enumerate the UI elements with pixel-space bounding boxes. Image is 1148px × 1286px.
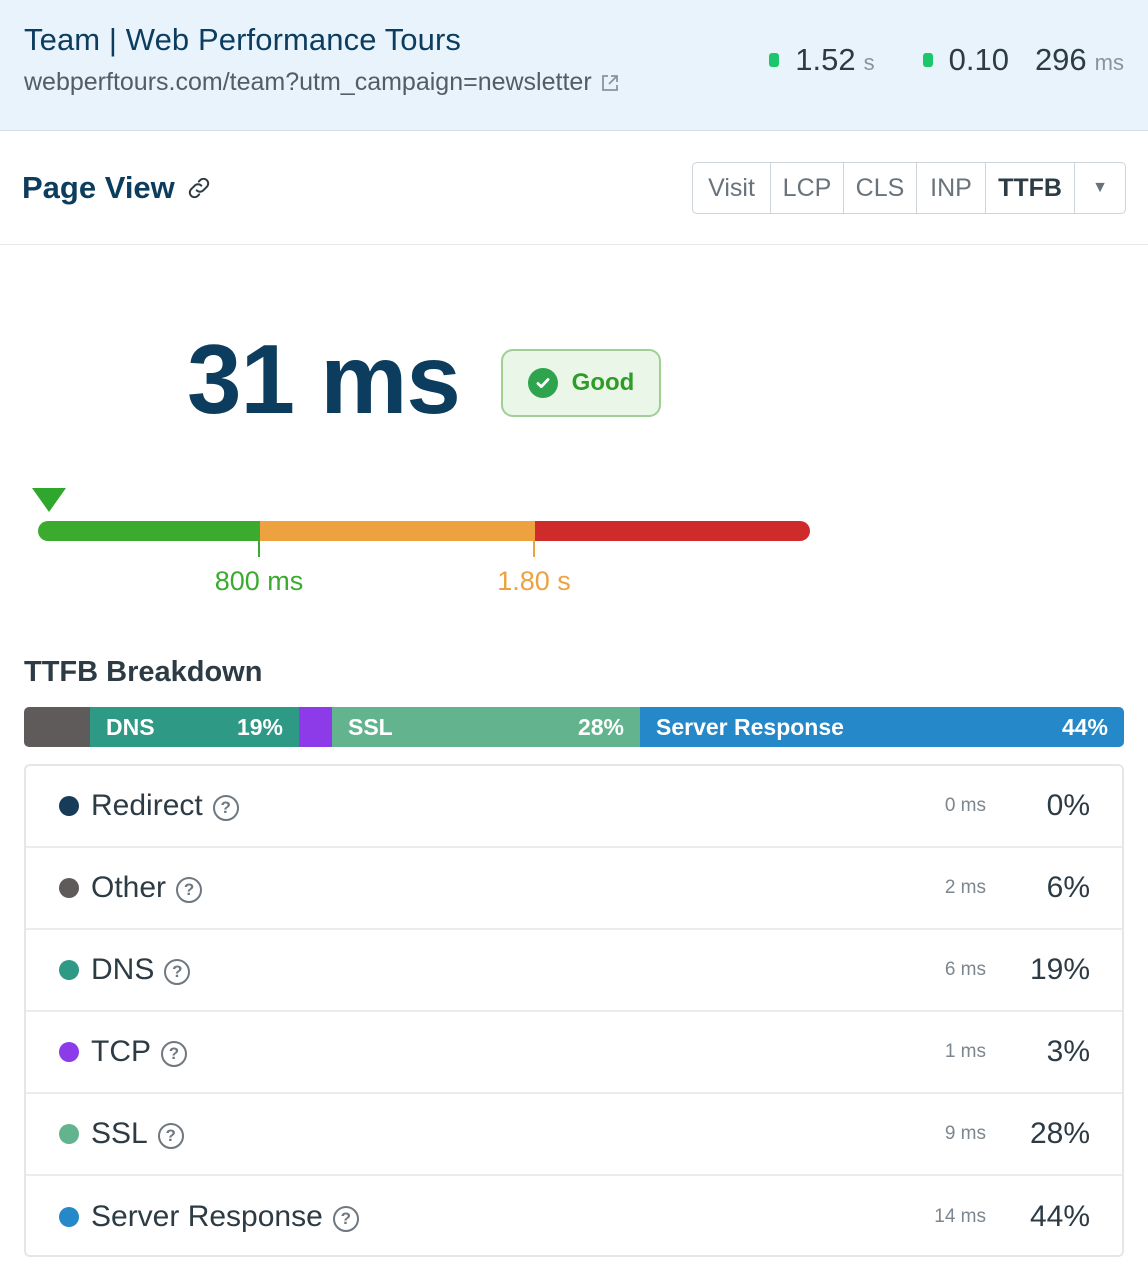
color-dot: [59, 878, 79, 898]
page-header: Team | Web Performance Tours webperftour…: [0, 0, 1148, 131]
tab-cls[interactable]: CLS: [844, 163, 917, 213]
status-good-icon: [922, 53, 933, 67]
metric-inp-unit: ms: [1094, 50, 1124, 75]
check-circle-icon: [527, 368, 558, 398]
page-view-title-text: Page View: [22, 170, 175, 205]
tab-visit[interactable]: Visit: [693, 163, 771, 213]
rating-badge: Good: [501, 349, 661, 417]
threshold-poor-tick: [533, 521, 535, 557]
page-url-text: webperftours.com/team?utm_campaign=newsl…: [24, 68, 592, 96]
help-icon[interactable]: ?: [176, 877, 203, 903]
current-value-marker-icon: [32, 488, 66, 512]
link-icon[interactable]: [185, 174, 213, 202]
row-pct: 19%: [1029, 953, 1090, 986]
stack-part-server-response[interactable]: Server Response 44%: [640, 707, 1124, 747]
tab-lcp[interactable]: LCP: [771, 163, 844, 213]
table-row[interactable]: SSL? 9 ms 28%: [26, 1094, 1122, 1176]
threshold-poor-segment: [534, 521, 810, 541]
stack-part-ssl[interactable]: SSL 28%: [332, 707, 640, 747]
threshold-needs-improvement-segment: [259, 521, 534, 541]
table-row[interactable]: Server Response? 14 ms 44%: [26, 1176, 1122, 1258]
metric-tab-group: Visit LCP CLS INP TTFB ▼: [692, 162, 1126, 214]
threshold-bar: [38, 521, 810, 541]
tab-ttfb[interactable]: TTFB: [986, 163, 1075, 213]
help-icon[interactable]: ?: [332, 1206, 359, 1232]
row-label: DNS: [91, 953, 155, 986]
row-pct: 44%: [1029, 1200, 1090, 1233]
threshold-good-tick: [258, 521, 260, 557]
breakdown-stacked-bar: DNS 19% SSL 28% Server Response 44%: [24, 707, 1124, 747]
help-icon[interactable]: ?: [161, 1041, 187, 1067]
breakdown-table: Redirect? 0 ms 0% Other? 2 ms 6% DNS? 6 …: [24, 764, 1124, 1257]
metrics-summary: 1.52 s 0.10 296 ms: [769, 42, 1124, 78]
row-label: SSL: [91, 1117, 148, 1150]
row-ms: 2 ms: [944, 877, 986, 898]
stack-part-tcp[interactable]: [299, 707, 332, 747]
row-ms: 9 ms: [944, 1123, 986, 1144]
threshold-good-label: 800 ms: [214, 566, 304, 596]
row-pct: 0%: [1046, 789, 1090, 822]
color-dot: [59, 796, 79, 816]
stack-label: SSL: [348, 713, 393, 740]
row-ms: 14 ms: [934, 1206, 986, 1227]
page-url[interactable]: webperftours.com/team?utm_campaign=newsl…: [24, 68, 620, 97]
row-ms: 6 ms: [944, 959, 986, 980]
metric-lcp-unit: s: [863, 50, 875, 75]
color-dot: [59, 1207, 79, 1227]
metric-lcp-value: 1.52: [795, 42, 856, 77]
table-row[interactable]: TCP? 1 ms 3%: [26, 1012, 1122, 1094]
row-pct: 3%: [1046, 1035, 1090, 1068]
external-link-icon[interactable]: [600, 73, 620, 93]
table-row[interactable]: Redirect? 0 ms 0%: [26, 766, 1122, 848]
color-dot: [59, 1124, 79, 1144]
metric-cls-value: 0.10: [948, 42, 1009, 77]
row-pct: 28%: [1029, 1117, 1090, 1150]
metric-cls: 0.10: [922, 42, 1009, 78]
stack-pct: 28%: [577, 713, 624, 740]
row-label: Other: [91, 871, 167, 904]
stack-part-other[interactable]: [24, 707, 90, 747]
row-ms: 0 ms: [944, 795, 986, 816]
stack-pct: 19%: [236, 713, 283, 740]
metric-inp-value: 296: [1034, 42, 1087, 77]
row-label: Server Response: [91, 1200, 323, 1233]
metric-inp: 296 ms: [1035, 42, 1124, 78]
rating-label: Good: [571, 369, 635, 396]
stack-label: Server Response: [656, 713, 844, 740]
table-row[interactable]: Other? 2 ms 6%: [26, 848, 1122, 930]
row-label: Redirect: [91, 789, 203, 822]
color-dot: [59, 960, 79, 980]
metric-lcp: 1.52 s: [769, 42, 875, 78]
stack-label: DNS: [106, 713, 155, 740]
threshold-poor-label: 1.80 s: [497, 566, 571, 596]
status-good-icon: [769, 53, 780, 67]
help-icon[interactable]: ?: [157, 1123, 184, 1149]
table-row[interactable]: DNS? 6 ms 19%: [26, 930, 1122, 1012]
ttfb-value: 31 ms: [187, 324, 461, 434]
page-title: Team | Web Performance Tours: [24, 22, 461, 57]
row-label: TCP: [91, 1035, 151, 1068]
chevron-down-icon[interactable]: ▼: [1075, 163, 1125, 213]
page-view-title[interactable]: Page View: [22, 170, 213, 206]
stack-part-dns[interactable]: DNS 19%: [90, 707, 299, 747]
color-dot: [59, 1042, 79, 1062]
help-icon[interactable]: ?: [164, 959, 191, 985]
help-icon[interactable]: ?: [212, 795, 239, 821]
tab-inp[interactable]: INP: [917, 163, 986, 213]
row-pct: 6%: [1046, 871, 1090, 904]
view-toolbar: Page View Visit LCP CLS INP TTFB ▼: [0, 131, 1148, 245]
threshold-good-segment: [38, 521, 259, 541]
row-ms: 1 ms: [944, 1041, 986, 1062]
stack-pct: 44%: [1061, 713, 1108, 740]
breakdown-title: TTFB Breakdown: [24, 656, 263, 688]
